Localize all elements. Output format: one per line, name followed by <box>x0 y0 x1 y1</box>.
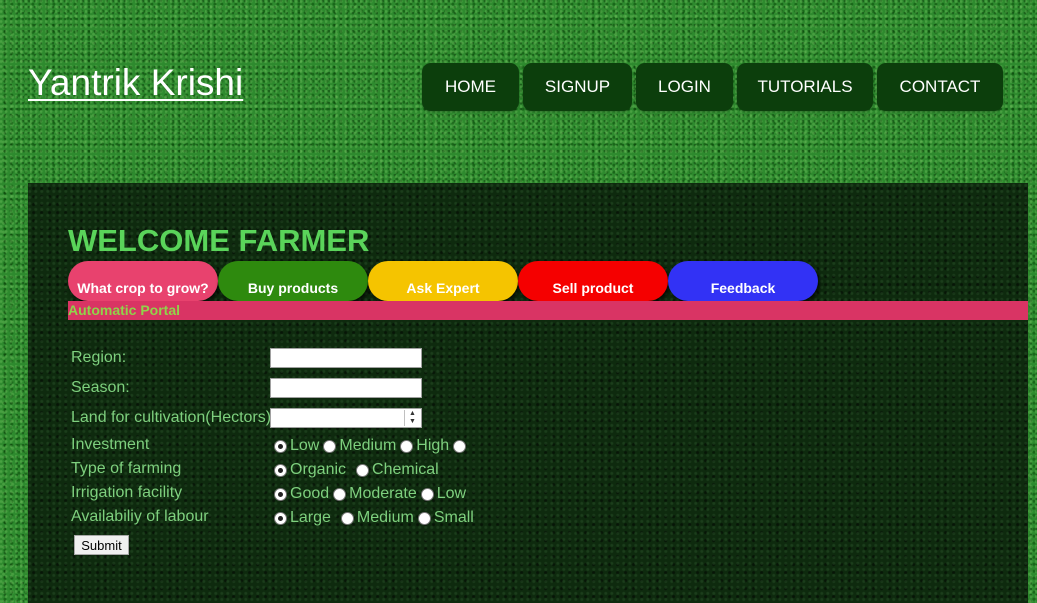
top-nav: HOME SIGNUP LOGIN TUTORIALS CONTACT <box>0 63 1037 111</box>
labour-medium-label: Medium <box>356 509 414 526</box>
farming-options: Organic Chemical <box>274 460 443 480</box>
season-label: Season: <box>71 379 130 396</box>
farming-chemical-label: Chemical <box>372 461 439 478</box>
investment-low-label: Low <box>290 437 320 454</box>
submit-button[interactable]: Submit <box>74 535 129 555</box>
labour-large-radio[interactable] <box>274 511 287 525</box>
investment-low-radio[interactable] <box>274 439 287 453</box>
region-label: Region: <box>71 349 127 366</box>
irrigation-options: Good Moderate Low <box>274 484 470 504</box>
tab-sell-product[interactable]: Sell product <box>518 261 668 301</box>
portal-bar: Automatic Portal <box>68 301 1028 320</box>
investment-label: Investment <box>71 436 150 453</box>
land-label: Land for cultivation(Hectors) <box>71 409 272 426</box>
spinner-arrows-icon[interactable]: ▲ ▼ <box>404 410 420 426</box>
irrigation-moderate-label: Moderate <box>349 485 417 502</box>
labour-large-label: Large <box>290 509 331 526</box>
investment-high-label: High <box>416 437 450 454</box>
irrigation-moderate-radio[interactable] <box>333 487 347 501</box>
region-input[interactable] <box>270 348 422 368</box>
labour-medium-radio[interactable] <box>340 511 354 525</box>
labour-label: Availabiliy of labour <box>71 508 209 525</box>
irrigation-good-radio[interactable] <box>274 487 287 501</box>
irrigation-good-label: Good <box>290 485 330 502</box>
irrigation-low-label: Low <box>436 485 467 502</box>
investment-extra-radio[interactable] <box>453 439 467 453</box>
nav-login[interactable]: LOGIN <box>636 63 733 111</box>
welcome-heading: WELCOME FARMER <box>68 223 370 258</box>
season-input[interactable] <box>270 378 422 398</box>
farming-chemical-radio[interactable] <box>356 463 370 477</box>
main-panel: WELCOME FARMER What crop to grow? Buy pr… <box>28 183 1028 603</box>
nav-contact[interactable]: CONTACT <box>877 63 1003 111</box>
labour-small-label: Small <box>433 509 474 526</box>
nav-signup[interactable]: SIGNUP <box>523 63 632 111</box>
tab-what-crop[interactable]: What crop to grow? <box>68 261 218 301</box>
farming-label: Type of farming <box>71 460 182 477</box>
nav-tutorials[interactable]: TUTORIALS <box>737 63 873 111</box>
labour-small-radio[interactable] <box>417 511 431 525</box>
labour-options: Large Medium Small <box>274 508 478 528</box>
nav-home[interactable]: HOME <box>422 63 519 111</box>
irrigation-label: Irrigation facility <box>71 484 183 501</box>
tab-ask-expert[interactable]: Ask Expert <box>368 261 518 301</box>
tab-buy-products[interactable]: Buy products <box>218 261 368 301</box>
farming-organic-radio[interactable] <box>274 463 287 477</box>
farming-organic-label: Organic <box>290 461 347 478</box>
investment-medium-label: Medium <box>339 437 397 454</box>
tab-feedback[interactable]: Feedback <box>668 261 818 301</box>
land-number-input[interactable]: ▲ ▼ <box>270 408 422 428</box>
investment-options: Low Medium High <box>274 436 469 456</box>
irrigation-low-radio[interactable] <box>420 487 434 501</box>
investment-medium-radio[interactable] <box>323 439 337 453</box>
investment-high-radio[interactable] <box>400 439 414 453</box>
portal-label: Automatic Portal <box>68 302 181 318</box>
